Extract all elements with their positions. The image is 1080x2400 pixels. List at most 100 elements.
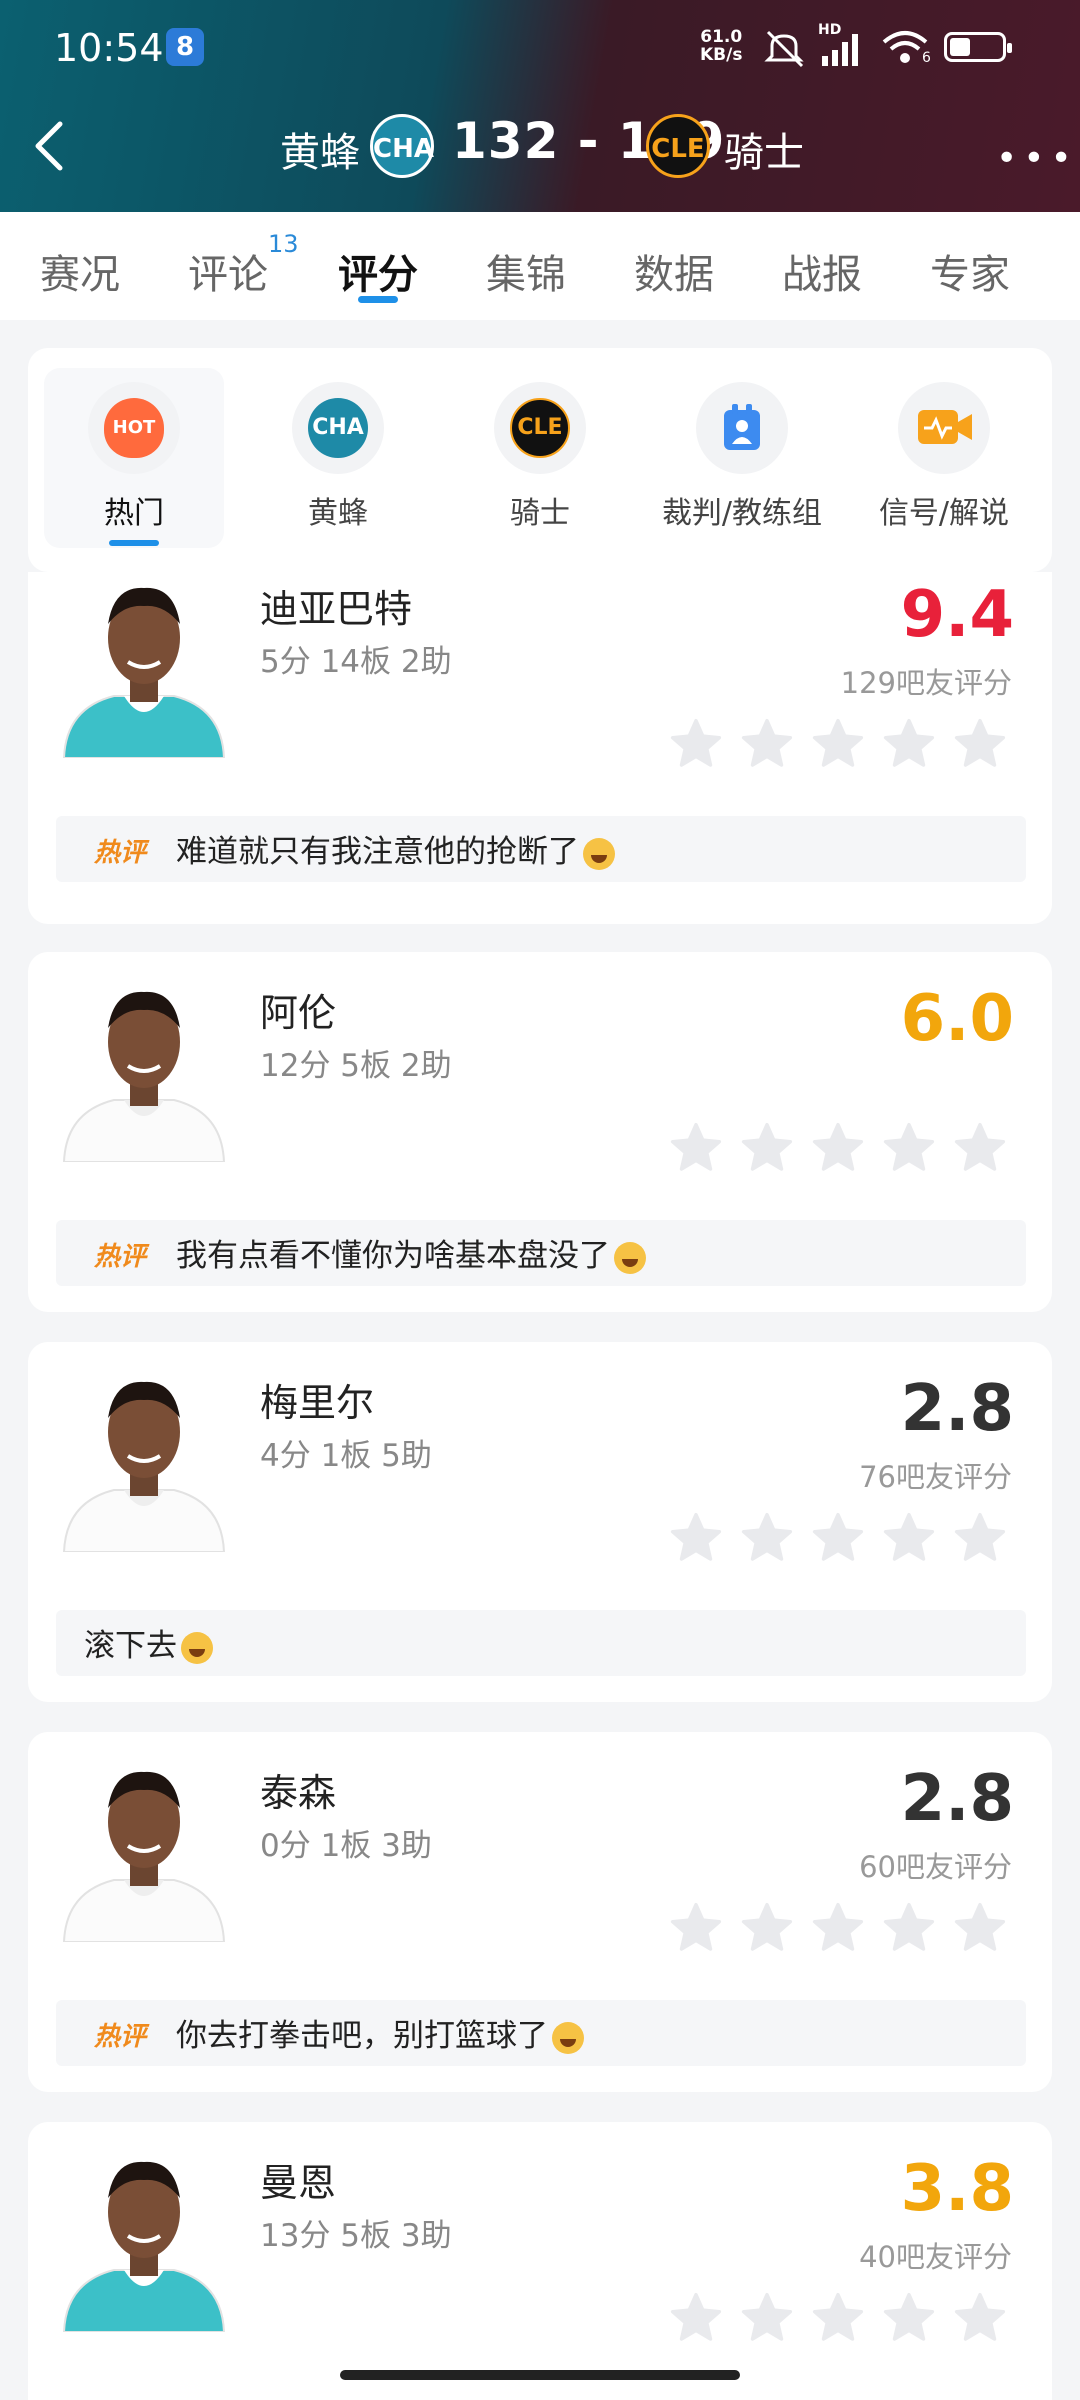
comment-text-content: 滚下去 bbox=[84, 1628, 177, 1664]
hot-icon: HOT bbox=[88, 382, 180, 474]
star-icon[interactable] bbox=[810, 1120, 866, 1176]
comment-text: 难道就只有我注意他的抢断了 bbox=[176, 826, 615, 871]
star-icon[interactable] bbox=[668, 1120, 724, 1176]
tab-experts[interactable]: 专家 bbox=[930, 242, 1010, 300]
home-indicator[interactable] bbox=[340, 2370, 740, 2380]
player-card[interactable]: 泰森 0分 1板 3助 2.8 60吧友评分 热评 你去打拳击吧，别打篮球了 bbox=[28, 1732, 1052, 2092]
filter-hornets[interactable]: CHA 黄蜂 bbox=[248, 368, 428, 548]
star-icon[interactable] bbox=[668, 1510, 724, 1566]
star-rating-input[interactable] bbox=[668, 1900, 1028, 1960]
tab-ratings[interactable]: 评分 bbox=[338, 242, 418, 300]
player-avatar bbox=[62, 2161, 226, 2332]
hot-comment[interactable]: 滚下去 bbox=[56, 1610, 1026, 1676]
player-name: 泰森 bbox=[260, 1771, 337, 1815]
comments-count-badge: 13 bbox=[268, 230, 299, 258]
star-rating-input[interactable] bbox=[668, 1510, 1028, 1570]
hot-comment-tag: 热评 bbox=[94, 838, 147, 868]
star-rating-input[interactable] bbox=[668, 716, 1028, 776]
tab-stats[interactable]: 数据 bbox=[634, 242, 714, 300]
away-team-name: 骑士 bbox=[724, 130, 804, 176]
active-tab-indicator bbox=[358, 296, 398, 303]
star-icon[interactable] bbox=[668, 716, 724, 772]
player-rating: 9.4 bbox=[900, 578, 1014, 652]
star-icon[interactable] bbox=[810, 1900, 866, 1956]
crying-emoji-icon bbox=[552, 2021, 584, 2054]
star-icon[interactable] bbox=[881, 716, 937, 772]
comment-text: 滚下去 bbox=[84, 1620, 213, 1665]
player-avatar bbox=[62, 587, 226, 758]
comment-text: 你去打拳击吧，别打篮球了 bbox=[176, 2010, 584, 2055]
filter-hot[interactable]: HOT 热门 bbox=[44, 368, 224, 548]
star-icon[interactable] bbox=[952, 1900, 1008, 1956]
rating-filter-bar: HOT 热门 CHA 黄蜂 CLE 骑士 裁判/教练组 信号/解说 bbox=[28, 348, 1052, 572]
star-icon[interactable] bbox=[668, 2290, 724, 2346]
star-icon[interactable] bbox=[881, 1900, 937, 1956]
crying-emoji-icon bbox=[181, 1631, 213, 1664]
player-stats: 12分 5板 2助 bbox=[260, 1048, 452, 1084]
more-options-icon[interactable]: ••• bbox=[996, 138, 1078, 179]
star-rating-input[interactable] bbox=[668, 1120, 1028, 1180]
star-icon[interactable] bbox=[881, 2290, 937, 2346]
speed-value: 61.0 bbox=[700, 27, 743, 47]
player-card[interactable]: 阿伦 12分 5板 2助 6.0 热评 我有点看不懂你为啥基本盘没了 bbox=[28, 952, 1052, 1312]
player-avatar bbox=[62, 991, 226, 1162]
tab-highlights[interactable]: 集锦 bbox=[486, 242, 566, 300]
player-card[interactable]: 梅里尔 4分 1板 5助 2.8 76吧友评分 滚下去 bbox=[28, 1342, 1052, 1702]
star-icon[interactable] bbox=[952, 716, 1008, 772]
hornets-logo-icon: CHA bbox=[370, 114, 434, 178]
star-rating-input[interactable] bbox=[668, 2290, 1028, 2350]
game-header: 10:54 8 61.0 KB/s HD 6 黄蜂 CHA 132 - 139 … bbox=[0, 0, 1080, 212]
tab-bar: 赛况 评论 13 评分 集锦 数据 战报 专家 bbox=[0, 212, 1080, 320]
star-icon[interactable] bbox=[739, 1510, 795, 1566]
hot-comment[interactable]: 热评 难道就只有我注意他的抢断了 bbox=[56, 816, 1026, 882]
player-rating: 2.8 bbox=[900, 1762, 1014, 1836]
player-name: 阿伦 bbox=[260, 991, 337, 1035]
status-time: 10:54 bbox=[54, 26, 164, 70]
rating-count: 40吧友评分 bbox=[859, 2240, 1012, 2274]
star-icon[interactable] bbox=[668, 1900, 724, 1956]
hornets-logo-icon: CHA bbox=[292, 382, 384, 474]
player-card[interactable]: 曼恩 13分 5板 3助 3.8 40吧友评分 bbox=[28, 2122, 1052, 2400]
tab-comments-label: 评论 bbox=[188, 252, 268, 298]
tab-comments[interactable]: 评论 13 bbox=[188, 230, 299, 300]
broadcast-icon bbox=[898, 382, 990, 474]
filter-label: 信号/解说 bbox=[878, 496, 1010, 531]
speed-unit: KB/s bbox=[700, 45, 743, 65]
star-icon[interactable] bbox=[739, 1120, 795, 1176]
hot-icon-text: HOT bbox=[104, 398, 164, 458]
comment-text-content: 我有点看不懂你为啥基本盘没了 bbox=[176, 1238, 610, 1274]
cavaliers-icon-text: CLE bbox=[510, 398, 570, 458]
star-icon[interactable] bbox=[739, 716, 795, 772]
score-line: 黄蜂 CHA 132 - 139 CLE 骑士 ••• bbox=[0, 108, 1080, 184]
player-card[interactable]: 迪亚巴特 5分 14板 2助 9.4 129吧友评分 热评 难道就只有我注意他的… bbox=[28, 572, 1052, 924]
star-icon[interactable] bbox=[739, 2290, 795, 2346]
star-icon[interactable] bbox=[952, 2290, 1008, 2346]
filter-label: 裁判/教练组 bbox=[661, 496, 823, 531]
cavaliers-logo-icon: CLE bbox=[646, 114, 710, 178]
star-icon[interactable] bbox=[810, 1510, 866, 1566]
cavaliers-logo-icon: CLE bbox=[494, 382, 586, 474]
star-icon[interactable] bbox=[952, 1120, 1008, 1176]
player-stats: 13分 5板 3助 bbox=[260, 2218, 452, 2254]
hot-comment[interactable]: 热评 我有点看不懂你为啥基本盘没了 bbox=[56, 1220, 1026, 1286]
filter-cavaliers[interactable]: CLE 骑士 bbox=[450, 368, 630, 548]
filter-referee[interactable]: 裁判/教练组 bbox=[652, 368, 832, 548]
filter-broadcast[interactable]: 信号/解说 bbox=[854, 368, 1034, 548]
hornets-icon-text: CHA bbox=[308, 398, 368, 458]
tab-live[interactable]: 赛况 bbox=[40, 242, 120, 300]
crying-emoji-icon bbox=[583, 837, 615, 870]
tab-report[interactable]: 战报 bbox=[782, 242, 862, 300]
wifi-sub: 6 bbox=[922, 50, 931, 66]
player-stats: 0分 1板 3助 bbox=[260, 1828, 432, 1864]
star-icon[interactable] bbox=[810, 716, 866, 772]
home-team-name: 黄蜂 bbox=[280, 130, 360, 176]
hot-comment[interactable]: 热评 你去打拳击吧，别打篮球了 bbox=[56, 2000, 1026, 2066]
filter-label: 热门 bbox=[104, 496, 164, 531]
star-icon[interactable] bbox=[810, 2290, 866, 2346]
star-icon[interactable] bbox=[881, 1510, 937, 1566]
player-avatar bbox=[62, 1381, 226, 1552]
star-icon[interactable] bbox=[881, 1120, 937, 1176]
star-icon[interactable] bbox=[739, 1900, 795, 1956]
comment-text-content: 你去打拳击吧，别打篮球了 bbox=[176, 2018, 548, 2054]
star-icon[interactable] bbox=[952, 1510, 1008, 1566]
